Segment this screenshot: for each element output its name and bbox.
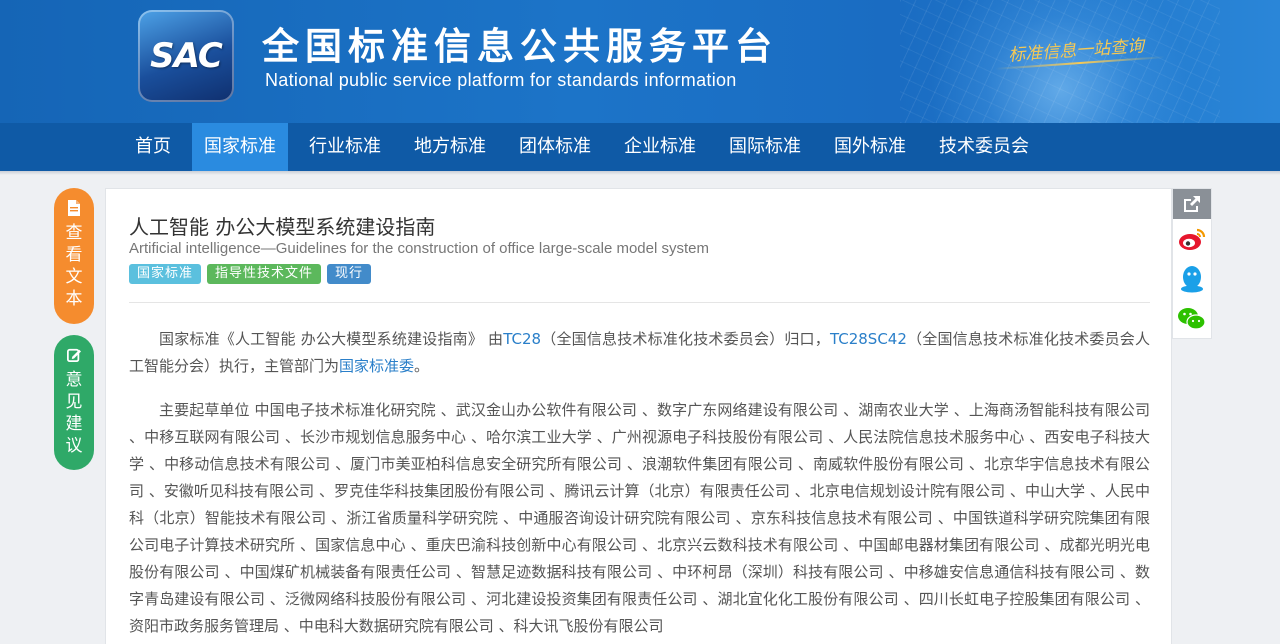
wechat-icon bbox=[1178, 308, 1206, 330]
share-qq[interactable] bbox=[1173, 259, 1211, 299]
tag-national-standard: 国家标准 bbox=[129, 264, 202, 284]
share-bar bbox=[1172, 188, 1212, 339]
summary-mid1: （全国信息技术标准化技术委员会）归口， bbox=[541, 330, 830, 348]
title-divider bbox=[129, 302, 1150, 303]
tc28sc42-link[interactable]: TC28SC42 bbox=[830, 330, 907, 348]
summary-paragraph: 国家标准《人工智能 办公大模型系统建设指南》 由TC28（全国信息技术标准化技术… bbox=[129, 326, 1150, 380]
tag-guidance-document: 指导性技术文件 bbox=[207, 264, 322, 284]
authority-link[interactable]: 国家标准委 bbox=[339, 357, 414, 375]
main-nav: 首页 国家标准 行业标准 地方标准 团体标准 企业标准 国际标准 国外标准 技术… bbox=[0, 123, 1280, 171]
feedback-label: 意见建议 bbox=[65, 370, 83, 456]
view-text-button[interactable]: 查看文本 bbox=[54, 188, 94, 324]
nav-list: 首页 国家标准 行业标准 地方标准 团体标准 企业标准 国际标准 国外标准 技术… bbox=[123, 123, 1050, 171]
site-title-cn: 全国标准信息公共服务平台 bbox=[262, 25, 778, 68]
nav-item-industry[interactable]: 行业标准 bbox=[297, 123, 393, 171]
summary-prefix: 国家标准《人工智能 办公大模型系统建设指南》 由 bbox=[159, 330, 504, 348]
nav-item-committee[interactable]: 技术委员会 bbox=[927, 123, 1041, 171]
feedback-button[interactable]: 意见建议 bbox=[54, 335, 94, 470]
edit-icon bbox=[67, 348, 81, 362]
header-banner: SAC 全国标准信息公共服务平台 National public service… bbox=[0, 0, 1280, 123]
qq-icon bbox=[1181, 266, 1203, 293]
nav-item-national[interactable]: 国家标准 bbox=[192, 123, 288, 171]
view-text-label: 查看文本 bbox=[65, 223, 83, 309]
site-title-en: National public service platform for sta… bbox=[265, 70, 737, 90]
nav-item-enterprise[interactable]: 企业标准 bbox=[612, 123, 708, 171]
standard-title-en: Artificial intelligence—Guidelines for t… bbox=[129, 240, 709, 257]
document-icon bbox=[68, 200, 80, 216]
nav-item-home[interactable]: 首页 bbox=[123, 123, 183, 171]
nav-item-foreign[interactable]: 国外标准 bbox=[822, 123, 918, 171]
nav-item-local[interactable]: 地方标准 bbox=[402, 123, 498, 171]
share-icon bbox=[1184, 196, 1200, 212]
share-toggle[interactable] bbox=[1173, 189, 1211, 219]
drafting-units-paragraph: 主要起草单位 中国电子技术标准化研究院 、武汉金山办公软件有限公司 、数字广东网… bbox=[129, 401, 1150, 635]
sac-logo[interactable]: SAC bbox=[138, 10, 234, 102]
share-wechat[interactable] bbox=[1173, 299, 1211, 339]
logo-text: SAC bbox=[150, 36, 223, 76]
standard-title-cn: 人工智能 办公大模型系统建设指南 bbox=[129, 215, 436, 239]
nav-item-group[interactable]: 团体标准 bbox=[507, 123, 603, 171]
nav-shadow bbox=[0, 171, 1280, 175]
share-weibo[interactable] bbox=[1173, 219, 1211, 259]
tc28-link[interactable]: TC28 bbox=[503, 330, 541, 348]
weibo-icon bbox=[1179, 228, 1206, 250]
standard-tags: 国家标准 指导性技术文件 现行 bbox=[129, 264, 377, 284]
nav-item-international[interactable]: 国际标准 bbox=[717, 123, 813, 171]
standard-detail-card: 人工智能 办公大模型系统建设指南 Artificial intelligence… bbox=[105, 188, 1172, 644]
tag-status-current: 现行 bbox=[327, 264, 372, 284]
summary-suffix: 。 bbox=[414, 357, 430, 375]
